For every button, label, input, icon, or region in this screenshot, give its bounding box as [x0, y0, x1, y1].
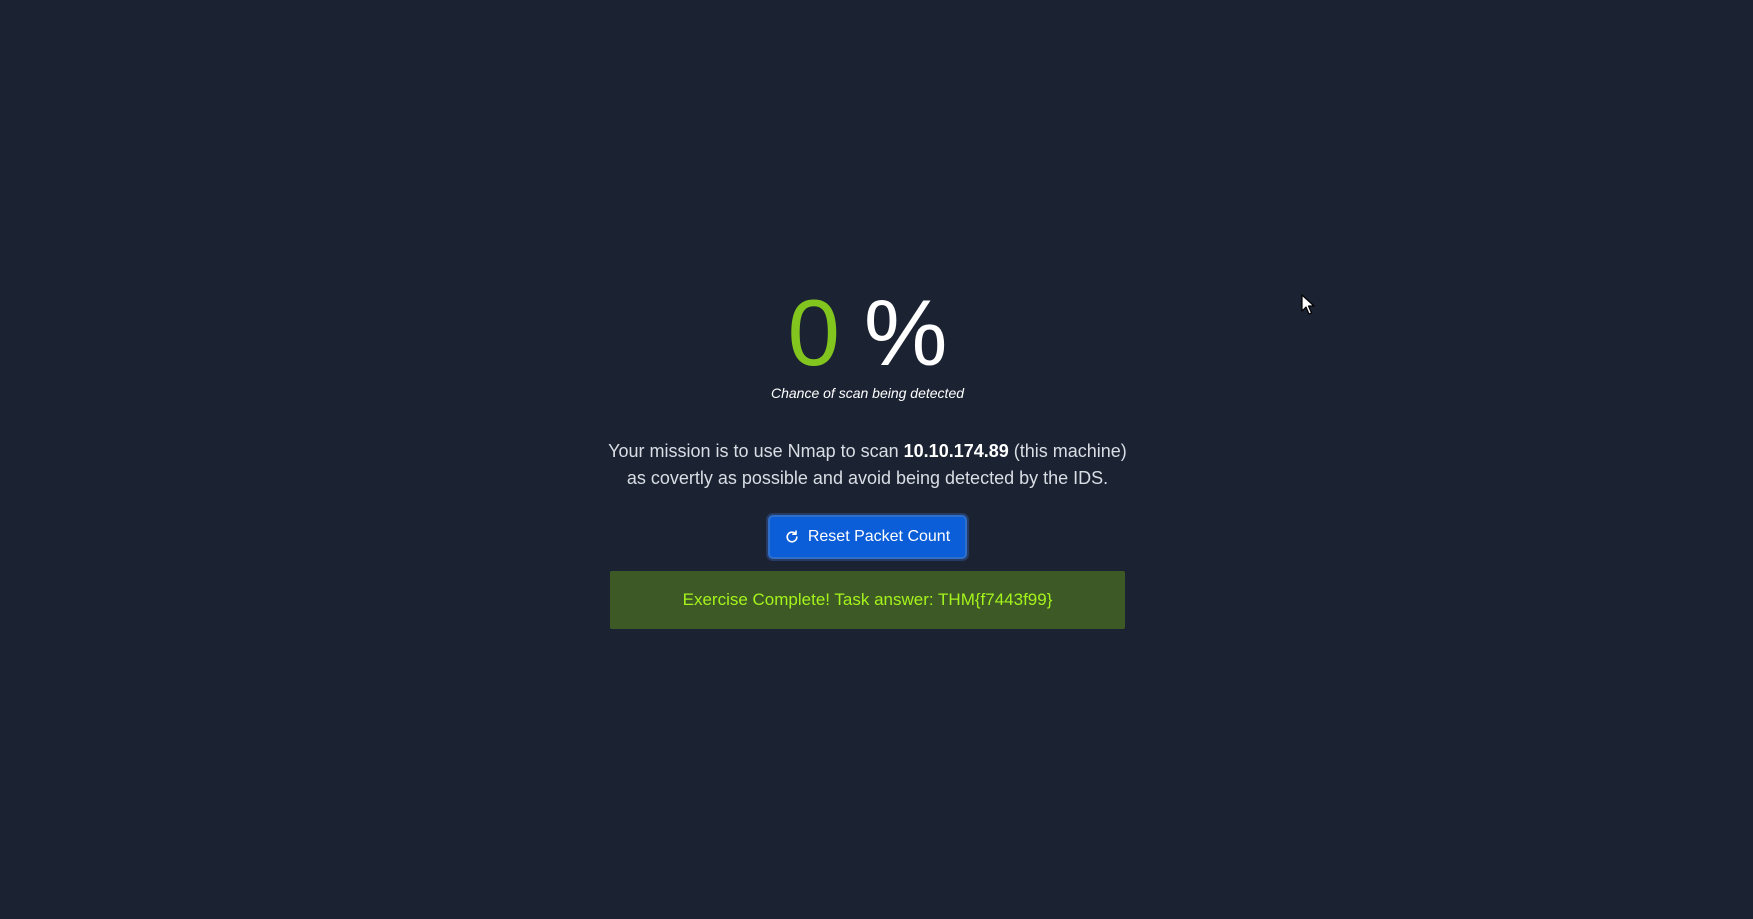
- reset-button-label: Reset Packet Count: [807, 528, 951, 545]
- mission-line2: as covertly as possible and avoid being …: [626, 468, 1109, 488]
- detection-value: 0: [787, 280, 840, 385]
- mission-suffix: (this machine): [1008, 441, 1127, 461]
- target-ip: 10.10.174.89: [903, 441, 1009, 461]
- mouse-cursor-icon: [1301, 294, 1315, 316]
- success-banner-text: Exercise Complete! Task answer: THM{f744…: [682, 590, 1053, 609]
- refresh-icon: [785, 530, 799, 544]
- success-banner: Exercise Complete! Task answer: THM{f744…: [610, 571, 1125, 629]
- detection-panel: 0 % Chance of scan being detected Your m…: [608, 283, 1127, 629]
- detection-percentage: 0 %: [788, 283, 948, 383]
- percent-sign: %: [863, 280, 948, 385]
- mission-text: Your mission is to use Nmap to scan 10.1…: [588, 438, 1148, 492]
- detection-caption: Chance of scan being detected: [770, 385, 965, 401]
- reset-packet-count-button[interactable]: Reset Packet Count: [767, 515, 968, 559]
- page: 0 % Chance of scan being detected Your m…: [0, 0, 1753, 919]
- mission-prefix: Your mission is to use Nmap to scan: [608, 441, 904, 461]
